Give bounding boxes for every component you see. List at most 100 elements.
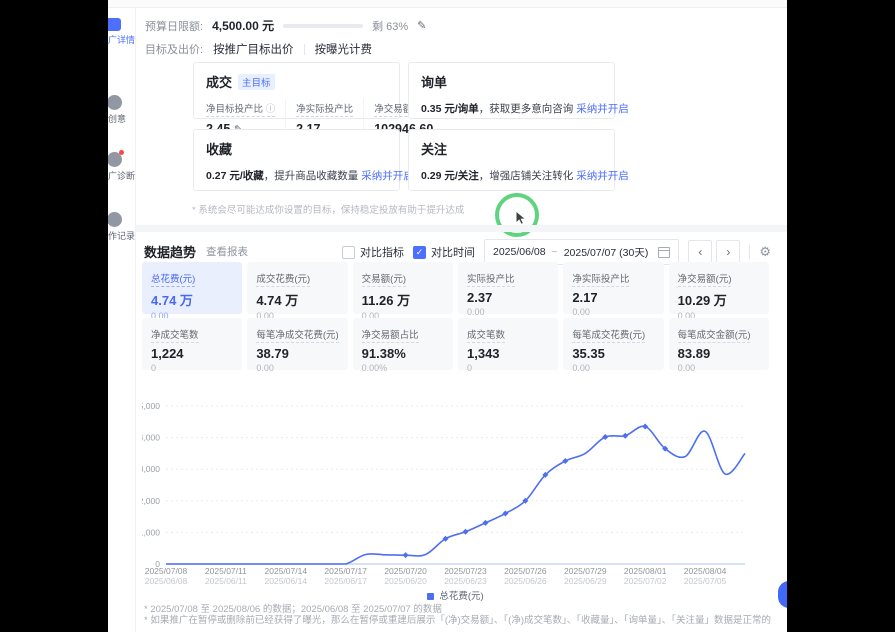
metric-value: 2.17 [572,290,654,305]
date-end: 2025/07/07 (30天) [564,245,649,260]
metric-compare-value: 0 [151,363,233,373]
svg-text:2025/07/23: 2025/07/23 [444,566,487,576]
svg-text:2025/06/23: 2025/06/23 [444,576,487,586]
goal-bid-row: 目标及出价: 按推广目标出价 按曝光计费 [145,41,372,57]
sidebar-item-1[interactable]: 推广详情 [108,18,135,46]
metric-value: 11.26 万 [362,290,444,309]
metric-card-2[interactable]: 成交花费(元)4.74 万0.00 [247,262,347,314]
compare-metric-label: 对比指标 [360,244,404,260]
metric-card-9[interactable]: 净交易额占比91.38%0.00% [353,318,453,370]
compare-time-checkbox[interactable]: ✓ [413,246,426,259]
active-nav-icon [108,18,121,31]
tab-divider [304,44,305,55]
primary-goal-badge: 主目标 [238,74,275,90]
objective-card-follow: 关注 0.29 元/关注，增强店铺关注转化 采纳并开启 [408,129,615,191]
adopt-enable-link[interactable]: 采纳并开启 [576,103,629,115]
prev-period-button[interactable]: ‹ [688,240,712,264]
daily-budget-value: 4,500.00 元 [212,17,274,34]
metric-card-8[interactable]: 每笔净成交花费(元)38.790.00 [247,318,347,370]
stat-label: 净实际投产比 [296,104,353,117]
compare-metric-checkbox[interactable] [342,246,355,259]
metric-value: 38.79 [256,346,338,361]
metric-compare-value: 0.00 [467,307,549,317]
metric-card-5[interactable]: 净实际投产比 2.17 0.00 [563,262,663,314]
svg-text:2025/07/26: 2025/07/26 [504,566,547,576]
nav-icon [108,95,122,110]
metric-card-7[interactable]: 净成交笔数1,2240 [142,318,242,370]
metric-value: 10.29 万 [678,290,760,309]
legend-swatch [427,593,434,600]
favorite-price: 0.27 元/收藏 [206,170,264,182]
svg-text:2025/08/04: 2025/08/04 [684,566,727,576]
metric-compare-value: 0.00 [572,307,654,317]
trend-title: 数据趋势 [144,242,196,261]
objective-card-favorite: 收藏 0.27 元/收藏，提升商品收藏数量 采纳并开启 [193,129,400,191]
sidebar-item-3[interactable]: 推广诊断 [108,152,135,182]
date-start: 2025/06/08 [493,246,546,258]
tab-bid-by-goal[interactable]: 按推广目标出价 [213,41,294,57]
metric-compare-value: 0.00 [678,363,760,373]
metric-card-1[interactable]: 总花费(元)4.74 万0.00 [142,262,242,314]
info-icon[interactable]: ⓘ [266,104,276,115]
sidebar-item-label: 创意 [108,112,135,125]
metric-label: 净成交笔数 [151,327,199,343]
metric-card-4[interactable]: 实际投产比2.370.00 [458,262,558,314]
metric-card-6[interactable]: 净交易额(元)10.29 万0.00 [669,262,769,314]
section-divider [136,225,787,232]
app-window: 推广详情创意推广诊断操作记录 预算日限额: 4,500.00 元 剩 63% ✎… [108,0,787,632]
metric-label: 净交易额(元) [678,271,732,287]
metric-label: 每笔成交花费(元) [572,327,645,343]
budget-progress-bar [283,24,363,28]
metric-label: 净交易额占比 [362,327,419,343]
view-report-link[interactable]: 查看报表 [206,244,248,259]
trend-line-chart: 01,0002,0003,0004,0005,0002025/07/082025… [142,386,769,588]
metric-value: 4.74 万 [151,290,233,309]
svg-text:2025/07/17: 2025/07/17 [324,566,367,576]
svg-text:2025/06/08: 2025/06/08 [145,576,188,586]
metric-label: 每笔净成交花费(元) [256,327,338,343]
budget-remaining: 剩 63% [372,18,408,34]
metric-card-10[interactable]: 成交笔数1,3430 [458,318,558,370]
nav-icon [108,152,122,167]
stat-label: 净目标投产比 [206,104,263,115]
inquiry-desc: ，获取更多意向咨询 [479,103,574,115]
metric-card-12[interactable]: 每笔成交金额(元)83.890.00 [669,318,769,370]
notification-dot [119,150,124,155]
metric-label: 总花费(元) [151,271,195,287]
sidebar-item-2[interactable]: 创意 [108,95,135,125]
favorite-desc: ，提升商品收藏数量 [264,170,359,182]
metric-compare-value: 0.00% [362,363,444,373]
objective-card-deal: 成交 主目标 净目标投产比 ⓘ 2.45 ✎ 净实际投产比 2.17 净交易额(… [193,62,400,119]
svg-text:2025/06/29: 2025/06/29 [564,576,607,586]
svg-text:3,000: 3,000 [142,464,160,474]
metric-card-11[interactable]: 每笔成交花费(元)35.350.00 [563,318,663,370]
sidebar-item-4[interactable]: 操作记录 [108,212,135,242]
next-period-button[interactable]: › [716,240,740,264]
sidebar-item-label: 推广详情 [108,33,135,46]
metric-value: 83.89 [678,346,760,361]
tab-bid-by-impression[interactable]: 按曝光计费 [315,41,373,57]
metric-card-3[interactable]: 交易额(元)11.26 万0.00 [353,262,453,314]
follow-desc: ，增强店铺关注转化 [479,170,574,182]
footnote-2: * 如果推广在暂停或删除前已经获得了曝光，那么在暂停或重建后展示「(净)交易额」… [144,612,771,626]
adopt-enable-link[interactable]: 采纳并开启 [576,170,629,182]
adopt-enable-link[interactable]: 采纳并开启 [361,170,414,182]
metric-grid: 总花费(元) 4.74 万 0.00 成交花费(元)4.74 万0.00交易额(元)1… [142,262,769,370]
compare-time-label: 对比时间 [431,244,475,260]
objective-card-inquiry: 询单 0.35 元/询单，获取更多意向咨询 采纳并开启 [408,62,615,119]
svg-text:2025/06/14: 2025/06/14 [265,576,308,586]
gear-icon[interactable]: ⚙ [759,244,771,260]
chart-legend: 总花费(元) [142,588,769,602]
svg-text:2025/07/14: 2025/07/14 [265,566,308,576]
deal-card-title: 成交 [206,72,232,91]
legend-label: 总花费(元) [439,591,483,602]
pencil-icon[interactable]: ✎ [417,19,426,32]
objective-note: * 系统会尽可能达成你设置的目标，保持稳定投放有助于提升达成 [192,202,464,216]
metric-label: 净实际投产比 [572,271,629,287]
metric-label: 成交花费(元) [256,271,310,287]
svg-text:2025/08/01: 2025/08/01 [624,566,667,576]
svg-text:2025/07/11: 2025/07/11 [205,566,247,576]
controls-divider [749,245,750,259]
daily-budget-row: 预算日限额: 4,500.00 元 剩 63% ✎ [145,17,426,34]
metric-value: 35.35 [572,346,654,361]
